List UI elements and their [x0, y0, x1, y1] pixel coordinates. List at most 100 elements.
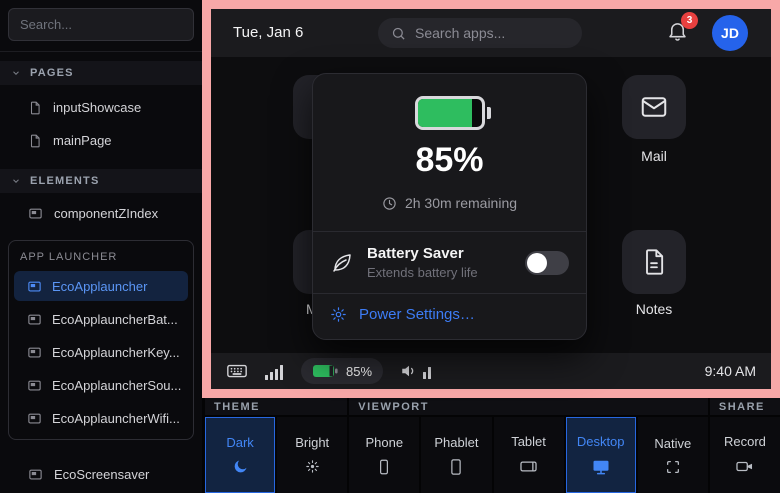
tablet-icon [519, 457, 538, 476]
battery-percent: 85% [313, 141, 586, 180]
app-launcher-preview: Tue, Jan 6 3 JD M [211, 9, 771, 389]
battery-icon [312, 364, 339, 378]
sidebar-item-ecoapplauncher-key[interactable]: EcoApplauncherKey... [14, 337, 188, 367]
apps-search[interactable] [378, 18, 582, 48]
power-settings-link[interactable]: Power Settings… [313, 294, 586, 335]
app-tile-mail[interactable] [622, 75, 686, 139]
item-label: componentZIndex [54, 206, 158, 221]
item-label: mainPage [53, 133, 112, 148]
button-label: Phone [366, 435, 404, 450]
clock-icon [382, 196, 397, 211]
section-header-pages[interactable]: PAGES [0, 61, 202, 85]
signal-bars-icon[interactable] [265, 363, 284, 380]
keyboard-icon[interactable] [226, 360, 248, 382]
search-icon [391, 26, 406, 41]
moon-icon [232, 458, 249, 475]
saver-subtitle: Extends battery life [367, 265, 478, 280]
item-label: EcoApplauncher [52, 279, 147, 294]
sidebar-item-ecoapplauncher-bat[interactable]: EcoApplauncherBat... [14, 304, 188, 334]
battery-saver-toggle[interactable] [525, 251, 569, 275]
phablet-icon [447, 458, 465, 476]
button-label: Tablet [511, 434, 546, 449]
item-label: EcoScreensaver [54, 467, 149, 482]
component-icon [27, 312, 42, 327]
item-label: EcoApplauncherBat... [52, 312, 178, 327]
battery-nub [487, 107, 491, 119]
file-icon [28, 134, 42, 148]
component-icon [27, 411, 42, 426]
native-icon [665, 459, 681, 475]
saver-text: Battery Saver Extends battery life [367, 245, 478, 280]
viewport-phablet-button[interactable]: Phablet [421, 417, 491, 493]
button-label: Dark [226, 435, 253, 450]
theme-dark-button[interactable]: Dark [205, 417, 275, 493]
date-label: Tue, Jan 6 [233, 24, 303, 41]
mail-icon [639, 92, 669, 122]
sidebar-item-componentZIndex[interactable]: componentZIndex [0, 197, 202, 230]
viewport-desktop-button[interactable]: Desktop [566, 417, 636, 493]
viewport-native-button[interactable]: Native [638, 417, 708, 493]
sidebar-item-ecoapplauncher-sou[interactable]: EcoApplauncherSou... [14, 370, 188, 400]
item-label: inputShowcase [53, 100, 141, 115]
button-label: Phablet [434, 435, 478, 450]
viewport-tablet-button[interactable]: Tablet [494, 417, 564, 493]
sidebar-search-input[interactable] [9, 17, 193, 32]
clock-label: 9:40 AM [705, 363, 756, 379]
section-header-elements[interactable]: ELEMENTS [0, 169, 202, 193]
toggle-knob [527, 253, 547, 273]
button-label: Bright [295, 435, 329, 450]
preview-toolbar: THEME VIEWPORT SHARE Dark Bright Phone P… [205, 398, 780, 493]
viewport-phone-button[interactable]: Phone [349, 417, 419, 493]
component-icon [28, 206, 43, 221]
desktop-icon [591, 457, 611, 477]
sidebar-search[interactable] [8, 8, 194, 41]
sidebar-item-ecoapplauncher-wifi[interactable]: EcoApplauncherWifi... [14, 403, 188, 433]
file-icon [28, 101, 42, 115]
app-tile-notes[interactable] [622, 230, 686, 294]
item-label: EcoApplauncherSou... [52, 378, 181, 393]
volume-bars-icon [423, 364, 433, 379]
tile-label-notes: Notes [622, 301, 686, 317]
button-label: Native [654, 436, 691, 451]
saver-title: Battery Saver [367, 245, 478, 262]
section-label: PAGES [30, 67, 74, 79]
phone-icon [375, 458, 393, 476]
sun-icon [304, 458, 321, 475]
chevron-down-icon [11, 176, 21, 186]
button-label: Desktop [577, 434, 625, 449]
divider [0, 51, 202, 52]
sidebar-item-inputShowcase[interactable]: inputShowcase [0, 91, 202, 124]
battery-graphic [415, 96, 485, 130]
theme-bright-button[interactable]: Bright [277, 417, 347, 493]
app-root: PAGES inputShowcase mainPage ELEMENTS co… [0, 0, 780, 493]
apps-search-input[interactable] [415, 25, 569, 41]
notifications-button[interactable]: 3 [666, 20, 692, 48]
leaf-icon [330, 251, 354, 275]
launcher-desktop: M Mail Notes 85% [211, 57, 771, 353]
volume-indicator[interactable] [400, 362, 433, 380]
toolbar-section-viewport: VIEWPORT [349, 398, 708, 415]
toolbar-section-theme: THEME [205, 398, 347, 415]
preview-highlight-frame: Tue, Jan 6 3 JD M [202, 0, 780, 398]
launcher-taskbar: 85% 9:40 AM [211, 353, 771, 389]
battery-remaining: 2h 30m remaining [313, 195, 586, 211]
sidebar-item-ecoapplauncher[interactable]: EcoApplauncher [14, 271, 188, 301]
gear-icon [330, 306, 347, 323]
speaker-icon [400, 362, 418, 380]
chevron-down-icon [11, 68, 21, 78]
section-label: ELEMENTS [30, 175, 100, 187]
power-settings-label: Power Settings… [359, 306, 475, 323]
avatar[interactable]: JD [712, 15, 748, 51]
sidebar-item-ecoscreensaver[interactable]: EcoScreensaver [0, 455, 202, 493]
share-record-button[interactable]: Record [710, 417, 780, 493]
taskbar-battery-indicator[interactable]: 85% [301, 358, 383, 384]
sidebar-tail: EcoScreensaver getZIndex [0, 455, 202, 493]
sidebar-item-mainPage[interactable]: mainPage [0, 124, 202, 157]
button-label: Record [724, 434, 766, 449]
battery-fill [418, 99, 472, 127]
group-label: APP LAUNCHER [14, 244, 188, 268]
taskbar-battery-percent: 85% [346, 364, 372, 379]
item-label: EcoApplauncherWifi... [52, 411, 180, 426]
component-icon [27, 378, 42, 393]
toolbar-section-share: SHARE [710, 398, 780, 415]
